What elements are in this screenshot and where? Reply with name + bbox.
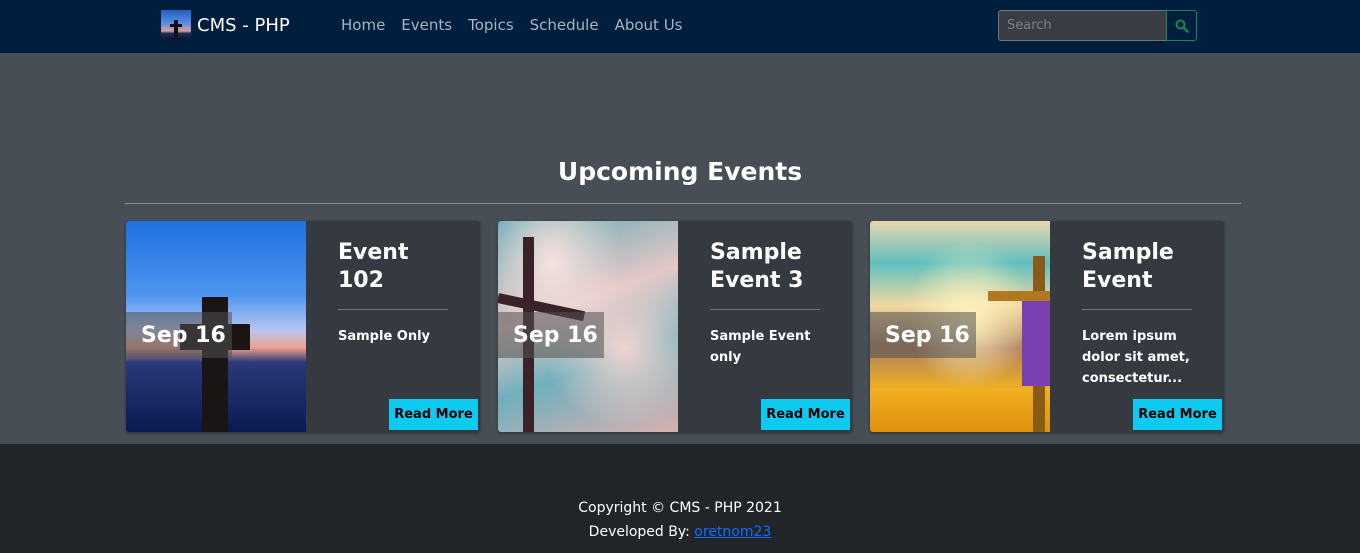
footer: Copyright © CMS - PHP 2021 Developed By:… bbox=[0, 444, 1360, 553]
nav-link-events[interactable]: Events bbox=[401, 16, 452, 34]
date-badge: Sep 16 bbox=[498, 312, 604, 358]
event-description: Sample Only bbox=[338, 329, 431, 344]
brand-name: CMS - PHP bbox=[197, 14, 290, 36]
read-more-button[interactable]: Read More bbox=[389, 399, 478, 430]
event-card: Sep 16 Event 102 Sample Only Read More bbox=[126, 221, 480, 432]
developer-link[interactable]: oretnom23 bbox=[694, 524, 771, 540]
developer-line: Developed By: oretnom23 bbox=[0, 520, 1360, 544]
search-form bbox=[998, 10, 1197, 41]
event-divider bbox=[338, 309, 448, 310]
cross-beam bbox=[988, 291, 1050, 301]
nav-link-home[interactable]: Home bbox=[341, 16, 385, 34]
event-image: Sep 16 bbox=[870, 221, 1050, 432]
nav-links: Home Events Topics Schedule About Us bbox=[341, 16, 683, 34]
purple-drape bbox=[1022, 301, 1050, 386]
event-description: Lorem ipsum dolor sit amet, consectetur.… bbox=[1082, 329, 1190, 386]
event-card: Sep 16 Sample Event 3 Sample Event only … bbox=[498, 221, 852, 432]
event-body: Sample Event Lorem ipsum dolor sit amet,… bbox=[1050, 221, 1224, 432]
event-card: Sep 16 Sample Event Lorem ipsum dolor si… bbox=[870, 221, 1224, 432]
event-body: Sample Event 3 Sample Event only Read Mo… bbox=[678, 221, 852, 432]
copyright-text: Copyright © CMS - PHP 2021 bbox=[578, 500, 782, 516]
event-divider bbox=[710, 309, 820, 310]
title-divider bbox=[125, 203, 1241, 204]
event-title: Sample Event bbox=[1082, 240, 1174, 293]
event-description: Sample Event only bbox=[710, 329, 811, 365]
nav-link-schedule[interactable]: Schedule bbox=[530, 16, 599, 34]
brand-link[interactable]: CMS - PHP bbox=[161, 10, 290, 40]
search-button[interactable] bbox=[1166, 10, 1197, 41]
event-cards: Sep 16 Event 102 Sample Only Read More S… bbox=[126, 221, 1224, 432]
search-input[interactable] bbox=[998, 10, 1166, 41]
read-more-button[interactable]: Read More bbox=[761, 399, 850, 430]
main-content: Upcoming Events Sep 16 Event 102 Sample … bbox=[0, 53, 1360, 444]
developed-by-label: Developed By: bbox=[588, 524, 695, 540]
read-more-button[interactable]: Read More bbox=[1133, 399, 1222, 430]
event-title: Sample Event 3 bbox=[710, 240, 804, 293]
search-icon bbox=[1175, 19, 1189, 33]
event-image: Sep 16 bbox=[126, 221, 306, 432]
navbar: CMS - PHP Home Events Topics Schedule Ab… bbox=[0, 0, 1360, 53]
event-body: Event 102 Sample Only Read More bbox=[306, 221, 480, 432]
date-badge: Sep 16 bbox=[870, 312, 976, 358]
event-image: Sep 16 bbox=[498, 221, 678, 432]
brand-logo-icon bbox=[161, 10, 191, 40]
nav-link-topics[interactable]: Topics bbox=[468, 16, 514, 34]
nav-link-about-us[interactable]: About Us bbox=[615, 16, 683, 34]
page-title: Upcoming Events bbox=[557, 157, 803, 186]
event-title: Event 102 bbox=[338, 240, 409, 293]
event-divider bbox=[1082, 309, 1192, 310]
date-badge: Sep 16 bbox=[126, 312, 232, 358]
